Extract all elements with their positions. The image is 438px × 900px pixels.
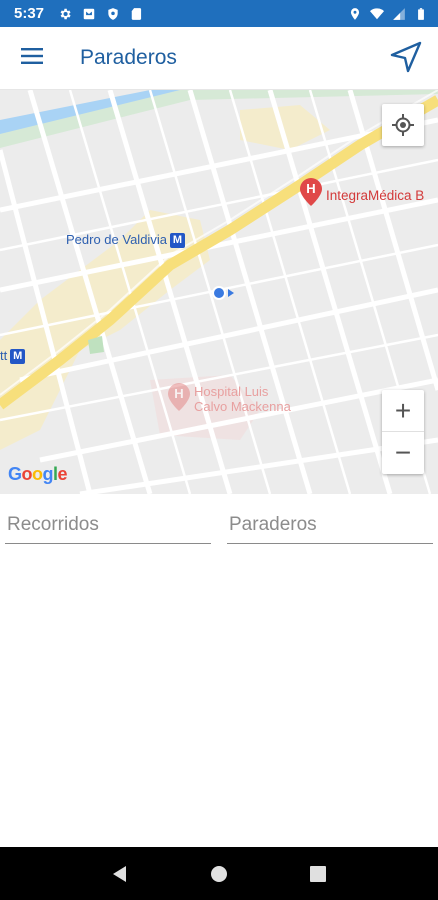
my-location-button[interactable] — [382, 104, 424, 146]
app-bar: Paraderos — [0, 27, 438, 90]
back-button[interactable] — [100, 854, 140, 894]
settings-icon — [58, 7, 72, 21]
metro-station-label[interactable]: Pedro de Valdivia M — [66, 232, 185, 249]
poi-pin-letter: H — [306, 181, 316, 196]
status-time: 5:37 — [14, 5, 45, 22]
location-pin-icon — [348, 7, 362, 21]
user-heading-indicator — [228, 289, 234, 297]
signal-icon — [392, 7, 406, 21]
google-logo: Google — [8, 464, 68, 484]
zoom-out-button[interactable]: − — [382, 432, 424, 474]
zoom-in-button[interactable]: + — [382, 390, 424, 432]
hospital-label-line2: Calvo Mackenna — [194, 399, 291, 414]
notification-box-icon — [82, 7, 96, 21]
routes-input[interactable]: Recorridos — [5, 510, 211, 544]
wifi-icon — [370, 7, 384, 21]
status-bar: 5:37 — [0, 0, 438, 27]
hospital-label-line1: Hospital Luis — [194, 384, 269, 399]
zoom-controls: + − — [382, 390, 424, 474]
battery-icon — [414, 7, 428, 21]
home-button[interactable] — [199, 854, 239, 894]
navigation-arrow-icon — [389, 40, 423, 79]
metro-icon: M — [169, 233, 185, 249]
metro-icon: M — [10, 349, 26, 365]
home-icon — [210, 865, 227, 882]
metro-station-label-partial[interactable]: tt M — [0, 348, 26, 365]
menu-button[interactable] — [0, 27, 64, 90]
shield-icon — [106, 7, 120, 21]
hamburger-menu-icon — [21, 47, 43, 69]
poi-marker[interactable]: H — [300, 178, 322, 206]
user-location-dot — [212, 286, 226, 300]
recents-button[interactable] — [298, 854, 338, 894]
sd-card-icon — [130, 7, 144, 21]
map-view[interactable]: Pedro de Valdivia M tt M H IntegraMédica B… — [0, 90, 438, 494]
stops-input[interactable]: Paraderos — [227, 510, 433, 544]
system-nav-bar — [0, 847, 438, 900]
poi-label[interactable]: IntegraMédica B — [326, 188, 424, 203]
my-location-icon — [392, 114, 414, 136]
navigate-button[interactable] — [386, 39, 426, 79]
back-icon — [112, 865, 126, 882]
page-title: Paraderos — [80, 46, 177, 69]
recents-icon — [310, 865, 327, 882]
metro-station-name-partial: tt — [0, 348, 8, 363]
hospital-label[interactable]: Hospital Luis Calvo Mackenna — [194, 384, 291, 414]
hospital-marker[interactable]: H — [168, 383, 190, 411]
hospital-pin-letter: H — [174, 386, 184, 401]
metro-station-name: Pedro de Valdivia — [66, 232, 167, 247]
